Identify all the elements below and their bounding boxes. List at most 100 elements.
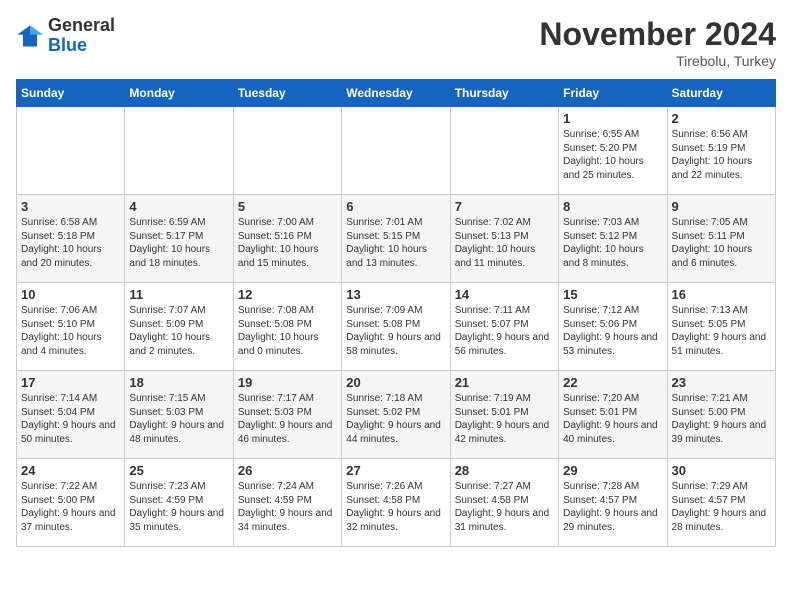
logo-text: General Blue	[48, 16, 115, 56]
calendar-cell: 17 Sunrise: 7:14 AM Sunset: 5:04 PM Dayli…	[17, 371, 125, 459]
day-header-wednesday: Wednesday	[342, 80, 450, 107]
calendar-cell: 28Sunrise: 7:27 AM Sunset: 4:58 PM Dayli…	[450, 459, 558, 547]
calendar-cell: 13 Sunrise: 7:09 AM Sunset: 5:08 PM Dayli…	[342, 283, 450, 371]
logo-bird-icon	[16, 22, 44, 50]
calendar-cell: 10 Sunrise: 7:06 AM Sunset: 5:10 PM Dayli…	[17, 283, 125, 371]
day-number: 3	[21, 199, 120, 214]
day-number: 24	[21, 463, 120, 478]
day-number: 5	[238, 199, 337, 214]
calendar-cell: 29 Sunrise: 7:28 AM Sunset: 4:57 PM Dayli…	[559, 459, 667, 547]
calendar-week-row: 17 Sunrise: 7:14 AM Sunset: 5:04 PM Dayli…	[17, 371, 776, 459]
title-block: November 2024 Tirebolu, Turkey	[539, 16, 776, 69]
day-number: 2	[672, 111, 771, 126]
calendar-cell: 14 Sunrise: 7:11 AM Sunset: 5:07 PM Dayli…	[450, 283, 558, 371]
day-info-text: Sunrise: 6:59 AM Sunset: 5:17 PM Dayligh…	[129, 216, 228, 270]
location-subtitle: Tirebolu, Turkey	[539, 53, 776, 69]
day-header-sunday: Sunday	[17, 80, 125, 107]
day-info-text: Sunrise: 7:00 AM Sunset: 5:16 PM Dayligh…	[238, 216, 337, 270]
calendar-cell: 26 Sunrise: 7:24 AM Sunset: 4:59 PM Dayli…	[233, 459, 341, 547]
day-info-text: Sunrise: 7:28 AM Sunset: 4:57 PM Dayligh…	[563, 480, 662, 534]
calendar-cell: 2 Sunrise: 6:56 AM Sunset: 5:19 PM Daylig…	[667, 107, 775, 195]
day-info-text: Sunrise: 7:02 AM Sunset: 5:13 PM Dayligh…	[455, 216, 554, 270]
day-header-saturday: Saturday	[667, 80, 775, 107]
day-number: 11	[129, 287, 228, 302]
calendar-cell: 15 Sunrise: 7:12 AM Sunset: 5:06 PM Dayli…	[559, 283, 667, 371]
day-number: 18	[129, 375, 228, 390]
day-info-text: Sunrise: 7:19 AM Sunset: 5:01 PM Dayligh…	[455, 392, 554, 446]
day-info-text: Sunrise: 7:14 AM Sunset: 5:04 PM Dayligh…	[21, 392, 120, 446]
calendar-cell: 23 Sunrise: 7:21 AM Sunset: 5:00 PM Dayli…	[667, 371, 775, 459]
day-number: 1	[563, 111, 662, 126]
day-info-text: Sunrise: 7:12 AM Sunset: 5:06 PM Dayligh…	[563, 304, 662, 358]
day-info-text: Sunrise: 7:06 AM Sunset: 5:10 PM Dayligh…	[21, 304, 120, 358]
day-info-text: Sunrise: 7:21 AM Sunset: 5:00 PM Dayligh…	[672, 392, 771, 446]
day-number: 26	[238, 463, 337, 478]
calendar-cell	[342, 107, 450, 195]
day-number: 23	[672, 375, 771, 390]
calendar-cell: 30Sunrise: 7:29 AM Sunset: 4:57 PM Dayli…	[667, 459, 775, 547]
day-info-text: Sunrise: 7:20 AM Sunset: 5:01 PM Dayligh…	[563, 392, 662, 446]
day-number: 4	[129, 199, 228, 214]
day-info-text: Sunrise: 7:01 AM Sunset: 5:15 PM Dayligh…	[346, 216, 445, 270]
day-info-text: Sunrise: 7:27 AM Sunset: 4:58 PM Dayligh…	[455, 480, 554, 534]
day-info-text: Sunrise: 6:55 AM Sunset: 5:20 PM Dayligh…	[563, 128, 662, 182]
day-info-text: Sunrise: 7:29 AM Sunset: 4:57 PM Dayligh…	[672, 480, 771, 534]
calendar-cell: 12 Sunrise: 7:08 AM Sunset: 5:08 PM Dayli…	[233, 283, 341, 371]
day-number: 13	[346, 287, 445, 302]
calendar-cell: 4 Sunrise: 6:59 AM Sunset: 5:17 PM Daylig…	[125, 195, 233, 283]
day-number: 22	[563, 375, 662, 390]
calendar-cell: 25 Sunrise: 7:23 AM Sunset: 4:59 PM Dayli…	[125, 459, 233, 547]
calendar-cell: 16Sunrise: 7:13 AM Sunset: 5:05 PM Dayli…	[667, 283, 775, 371]
calendar-body: 1 Sunrise: 6:55 AM Sunset: 5:20 PM Daylig…	[17, 107, 776, 547]
calendar-table: SundayMondayTuesdayWednesdayThursdayFrid…	[16, 79, 776, 547]
calendar-week-row: 1 Sunrise: 6:55 AM Sunset: 5:20 PM Daylig…	[17, 107, 776, 195]
day-info-text: Sunrise: 7:22 AM Sunset: 5:00 PM Dayligh…	[21, 480, 120, 534]
calendar-cell: 27 Sunrise: 7:26 AM Sunset: 4:58 PM Dayli…	[342, 459, 450, 547]
calendar-week-row: 24 Sunrise: 7:22 AM Sunset: 5:00 PM Dayli…	[17, 459, 776, 547]
day-info-text: Sunrise: 7:03 AM Sunset: 5:12 PM Dayligh…	[563, 216, 662, 270]
calendar-cell: 3 Sunrise: 6:58 AM Sunset: 5:18 PM Daylig…	[17, 195, 125, 283]
day-number: 12	[238, 287, 337, 302]
calendar-cell	[450, 107, 558, 195]
day-number: 10	[21, 287, 120, 302]
day-number: 29	[563, 463, 662, 478]
logo: General Blue	[16, 16, 115, 56]
day-number: 8	[563, 199, 662, 214]
day-number: 15	[563, 287, 662, 302]
calendar-cell: 11Sunrise: 7:07 AM Sunset: 5:09 PM Dayli…	[125, 283, 233, 371]
day-info-text: Sunrise: 7:08 AM Sunset: 5:08 PM Dayligh…	[238, 304, 337, 358]
day-info-text: Sunrise: 7:09 AM Sunset: 5:08 PM Dayligh…	[346, 304, 445, 358]
calendar-cell: 8 Sunrise: 7:03 AM Sunset: 5:12 PM Daylig…	[559, 195, 667, 283]
day-info-text: Sunrise: 7:11 AM Sunset: 5:07 PM Dayligh…	[455, 304, 554, 358]
calendar-cell: 21Sunrise: 7:19 AM Sunset: 5:01 PM Dayli…	[450, 371, 558, 459]
day-info-text: Sunrise: 6:58 AM Sunset: 5:18 PM Dayligh…	[21, 216, 120, 270]
day-number: 20	[346, 375, 445, 390]
day-info-text: Sunrise: 7:17 AM Sunset: 5:03 PM Dayligh…	[238, 392, 337, 446]
day-number: 25	[129, 463, 228, 478]
day-info-text: Sunrise: 6:56 AM Sunset: 5:19 PM Dayligh…	[672, 128, 771, 182]
calendar-cell: 20Sunrise: 7:18 AM Sunset: 5:02 PM Dayli…	[342, 371, 450, 459]
day-header-friday: Friday	[559, 80, 667, 107]
day-header-tuesday: Tuesday	[233, 80, 341, 107]
calendar-cell	[17, 107, 125, 195]
day-info-text: Sunrise: 7:24 AM Sunset: 4:59 PM Dayligh…	[238, 480, 337, 534]
day-number: 27	[346, 463, 445, 478]
calendar-cell: 6Sunrise: 7:01 AM Sunset: 5:15 PM Daylig…	[342, 195, 450, 283]
day-number: 14	[455, 287, 554, 302]
day-number: 17	[21, 375, 120, 390]
calendar-week-row: 3 Sunrise: 6:58 AM Sunset: 5:18 PM Daylig…	[17, 195, 776, 283]
calendar-cell	[233, 107, 341, 195]
day-number: 19	[238, 375, 337, 390]
calendar-cell: 24 Sunrise: 7:22 AM Sunset: 5:00 PM Dayli…	[17, 459, 125, 547]
calendar-header-row: SundayMondayTuesdayWednesdayThursdayFrid…	[17, 80, 776, 107]
calendar-cell: 22 Sunrise: 7:20 AM Sunset: 5:01 PM Dayli…	[559, 371, 667, 459]
day-info-text: Sunrise: 7:26 AM Sunset: 4:58 PM Dayligh…	[346, 480, 445, 534]
day-info-text: Sunrise: 7:23 AM Sunset: 4:59 PM Dayligh…	[129, 480, 228, 534]
calendar-week-row: 10 Sunrise: 7:06 AM Sunset: 5:10 PM Dayli…	[17, 283, 776, 371]
day-number: 9	[672, 199, 771, 214]
day-header-monday: Monday	[125, 80, 233, 107]
calendar-cell: 9Sunrise: 7:05 AM Sunset: 5:11 PM Daylig…	[667, 195, 775, 283]
page-header: General Blue November 2024 Tirebolu, Tur…	[16, 16, 776, 69]
calendar-cell: 7Sunrise: 7:02 AM Sunset: 5:13 PM Daylig…	[450, 195, 558, 283]
calendar-cell: 5 Sunrise: 7:00 AM Sunset: 5:16 PM Daylig…	[233, 195, 341, 283]
